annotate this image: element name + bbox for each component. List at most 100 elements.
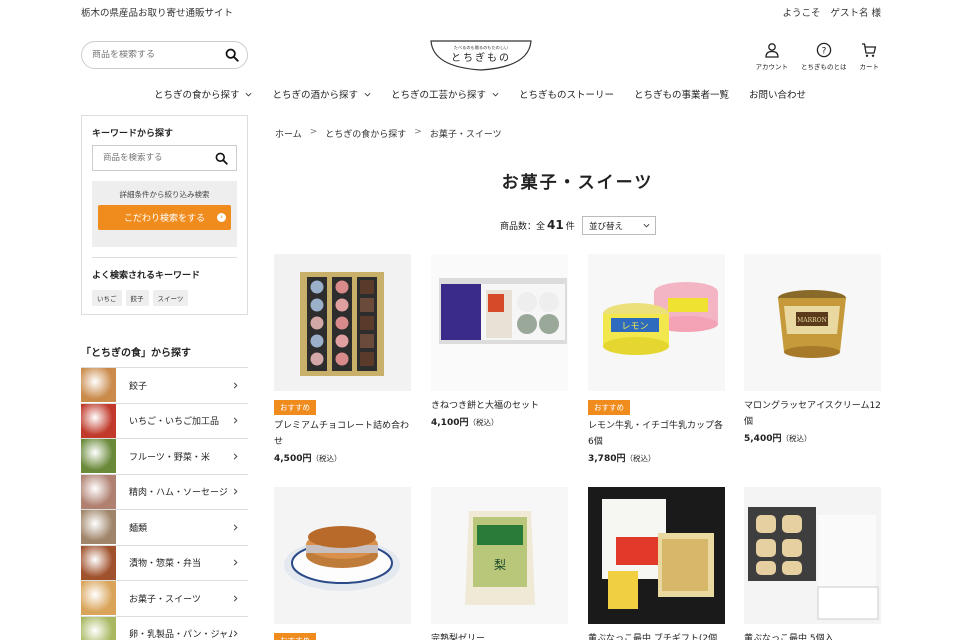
product-card[interactable]: MARRON マロングラッセアイスクリーム12個 5,400円（税込） xyxy=(744,254,881,444)
nav-label: とちぎの酒から探す xyxy=(272,90,358,101)
product-name[interactable]: 黄ぶなっこ最中 5個入 xyxy=(744,631,881,640)
header-icons: アカウント ? とちぎものとは カート xyxy=(755,42,880,71)
cart-link[interactable]: カート xyxy=(859,42,880,71)
nav-craft[interactable]: とちぎの工芸から探す xyxy=(381,87,509,101)
category-item[interactable]: 餃子 xyxy=(81,368,248,404)
welcome-message: ようこそ ゲスト名 様 xyxy=(782,5,881,19)
search-input[interactable] xyxy=(92,50,225,60)
category-item[interactable]: 漬物・惣菜・弁当 xyxy=(81,545,248,581)
nav-label: とちぎものストーリー xyxy=(519,90,615,101)
advanced-search-note: 詳細条件から絞り込み検索 xyxy=(119,190,210,199)
site-logo[interactable]: たべるのも贈るのもたのしい とちぎもの xyxy=(428,37,534,73)
category-item[interactable]: 卵・乳製品・パン・ジャム xyxy=(81,616,248,640)
popular-heading: よく検索されるキーワード xyxy=(92,271,201,281)
price-tax: （税込） xyxy=(468,418,499,427)
keyword-tag[interactable]: 餃子 xyxy=(125,290,149,306)
nav-label: お問い合わせ xyxy=(749,90,807,101)
price-value: 4,100円 xyxy=(431,418,469,428)
product-image[interactable]: 梨 xyxy=(431,487,568,624)
breadcrumb-food[interactable]: とちぎの食から探す xyxy=(325,127,406,140)
category-thumbnail xyxy=(81,581,116,616)
product-card[interactable]: 梨完熟梨ゼリー xyxy=(431,487,568,640)
category-item[interactable]: お菓子・スイーツ xyxy=(81,581,248,617)
product-name[interactable]: きねつき餅と大福のセット xyxy=(431,398,568,414)
category-thumbnail xyxy=(81,439,116,474)
chevron-right-icon xyxy=(233,417,238,424)
keyword-tags: いちご 餃子 スイーツ xyxy=(92,290,237,306)
keyword-heading: キーワードから探す xyxy=(92,129,174,139)
category-item[interactable]: いちご・いちご加工品 xyxy=(81,403,248,439)
category-label: 精肉・ハム・ソーセージ xyxy=(129,488,228,499)
price-tax: （税込） xyxy=(625,454,656,463)
product-image[interactable] xyxy=(744,487,881,624)
price-value: 3,780円 xyxy=(588,454,626,464)
sidebar-search[interactable] xyxy=(92,145,237,171)
category-thumbnail xyxy=(81,403,116,438)
sort-label: 並び替え xyxy=(589,221,624,232)
category-item[interactable]: 麺類 xyxy=(81,510,248,546)
chevron-right-icon xyxy=(233,488,238,495)
chevron-down-icon xyxy=(246,92,252,96)
product-name[interactable]: マロングラッセアイスクリーム12個 xyxy=(744,398,881,430)
account-label: アカウント xyxy=(755,63,789,71)
product-name[interactable]: 黄ぶなっこ最中 ブチギフト(2個 xyxy=(588,631,725,640)
breadcrumb-home[interactable]: ホーム xyxy=(275,127,302,140)
logo-text: とちぎもの xyxy=(451,51,511,64)
page-title: お菓子・スイーツ xyxy=(501,173,654,193)
product-card[interactable]: 黄ぶなっこ最中 ブチギフト(2個 xyxy=(588,487,725,640)
product-image[interactable]: レモン xyxy=(588,254,725,391)
product-card[interactable]: 黄ぶなっこ最中 5個入 xyxy=(744,487,881,640)
product-name[interactable]: レモン牛乳・イチゴ牛乳カップ各6個 xyxy=(588,418,725,450)
category-label: フルーツ・野菜・米 xyxy=(129,452,210,463)
category-label: お菓子・スイーツ xyxy=(129,594,201,605)
nav-contact[interactable]: お問い合わせ xyxy=(739,87,816,101)
product-name[interactable]: 完熟梨ゼリー xyxy=(431,631,568,640)
product-name[interactable]: プレミアムチョコレート詰め合わせ xyxy=(274,418,411,450)
svg-text:MARRON: MARRON xyxy=(797,317,827,324)
category-label: 卵・乳製品・パン・ジャム xyxy=(129,630,232,640)
keyword-tag[interactable]: スイーツ xyxy=(152,290,189,306)
category-thumbnail xyxy=(81,510,116,545)
about-link[interactable]: ? とちぎものとは xyxy=(801,42,847,71)
product-card[interactable]: おすすめ プレミアムチョコレート詰め合わせ 4,500円（税込） xyxy=(274,254,411,464)
product-image[interactable] xyxy=(431,254,568,391)
advanced-search-button[interactable]: こだわり検索をする › xyxy=(98,205,231,230)
nav-vendors[interactable]: とちぎもの事業者一覧 xyxy=(624,87,739,101)
price-value: 4,500円 xyxy=(274,454,312,464)
product-price: 5,400円（税込） xyxy=(744,431,881,444)
nav-story[interactable]: とちぎものストーリー xyxy=(509,87,624,101)
breadcrumb: ホーム > とちぎの食から探す > お菓子・スイーツ xyxy=(275,127,502,140)
category-list: 餃子いちご・いちご加工品フルーツ・野菜・米精肉・ハム・ソーセージ麺類 漬物・惣菜・… xyxy=(81,367,248,640)
search-icon[interactable] xyxy=(215,152,228,165)
header-search[interactable] xyxy=(81,41,248,69)
arrow-right-icon: › xyxy=(217,213,226,222)
keyword-tag[interactable]: いちご xyxy=(92,290,122,306)
category-item[interactable]: 精肉・ハム・ソーセージ xyxy=(81,474,248,510)
category-label: 餃子 xyxy=(129,381,148,392)
product-image[interactable] xyxy=(274,487,411,624)
product-image[interactable] xyxy=(274,254,411,391)
category-heading: 「とちぎの食」から探す xyxy=(81,348,191,359)
product-card[interactable]: レモン おすすめ レモン牛乳・イチゴ牛乳カップ各6個 3,780円（税込） xyxy=(588,254,725,464)
sidebar-search-input[interactable] xyxy=(103,153,215,163)
guest-name[interactable]: ゲスト名 様 xyxy=(830,5,881,19)
product-image[interactable]: MARRON xyxy=(744,254,881,391)
product-image[interactable] xyxy=(588,487,725,624)
chevron-down-icon xyxy=(364,92,371,96)
category-thumbnail xyxy=(81,474,116,509)
product-card[interactable]: おすすめ xyxy=(274,487,411,640)
category-thumbnail xyxy=(81,545,116,580)
advanced-search-label: こだわり検索をする xyxy=(123,214,205,224)
account-link[interactable]: アカウント xyxy=(755,42,789,71)
count-value: 41 xyxy=(547,218,564,232)
nav-sake[interactable]: とちぎの酒から探す xyxy=(262,87,381,101)
chevron-down-icon xyxy=(492,92,499,96)
sort-select[interactable]: 並び替え xyxy=(582,216,656,235)
search-icon[interactable] xyxy=(225,48,239,62)
chevron-right-icon xyxy=(233,559,238,566)
nav-food[interactable]: とちぎの食から探す xyxy=(144,87,263,101)
product-card[interactable]: きねつき餅と大福のセット 4,100円（税込） xyxy=(431,254,568,428)
cart-label: カート xyxy=(859,63,880,71)
category-item[interactable]: フルーツ・野菜・米 xyxy=(81,439,248,475)
about-label: とちぎものとは xyxy=(801,63,847,71)
